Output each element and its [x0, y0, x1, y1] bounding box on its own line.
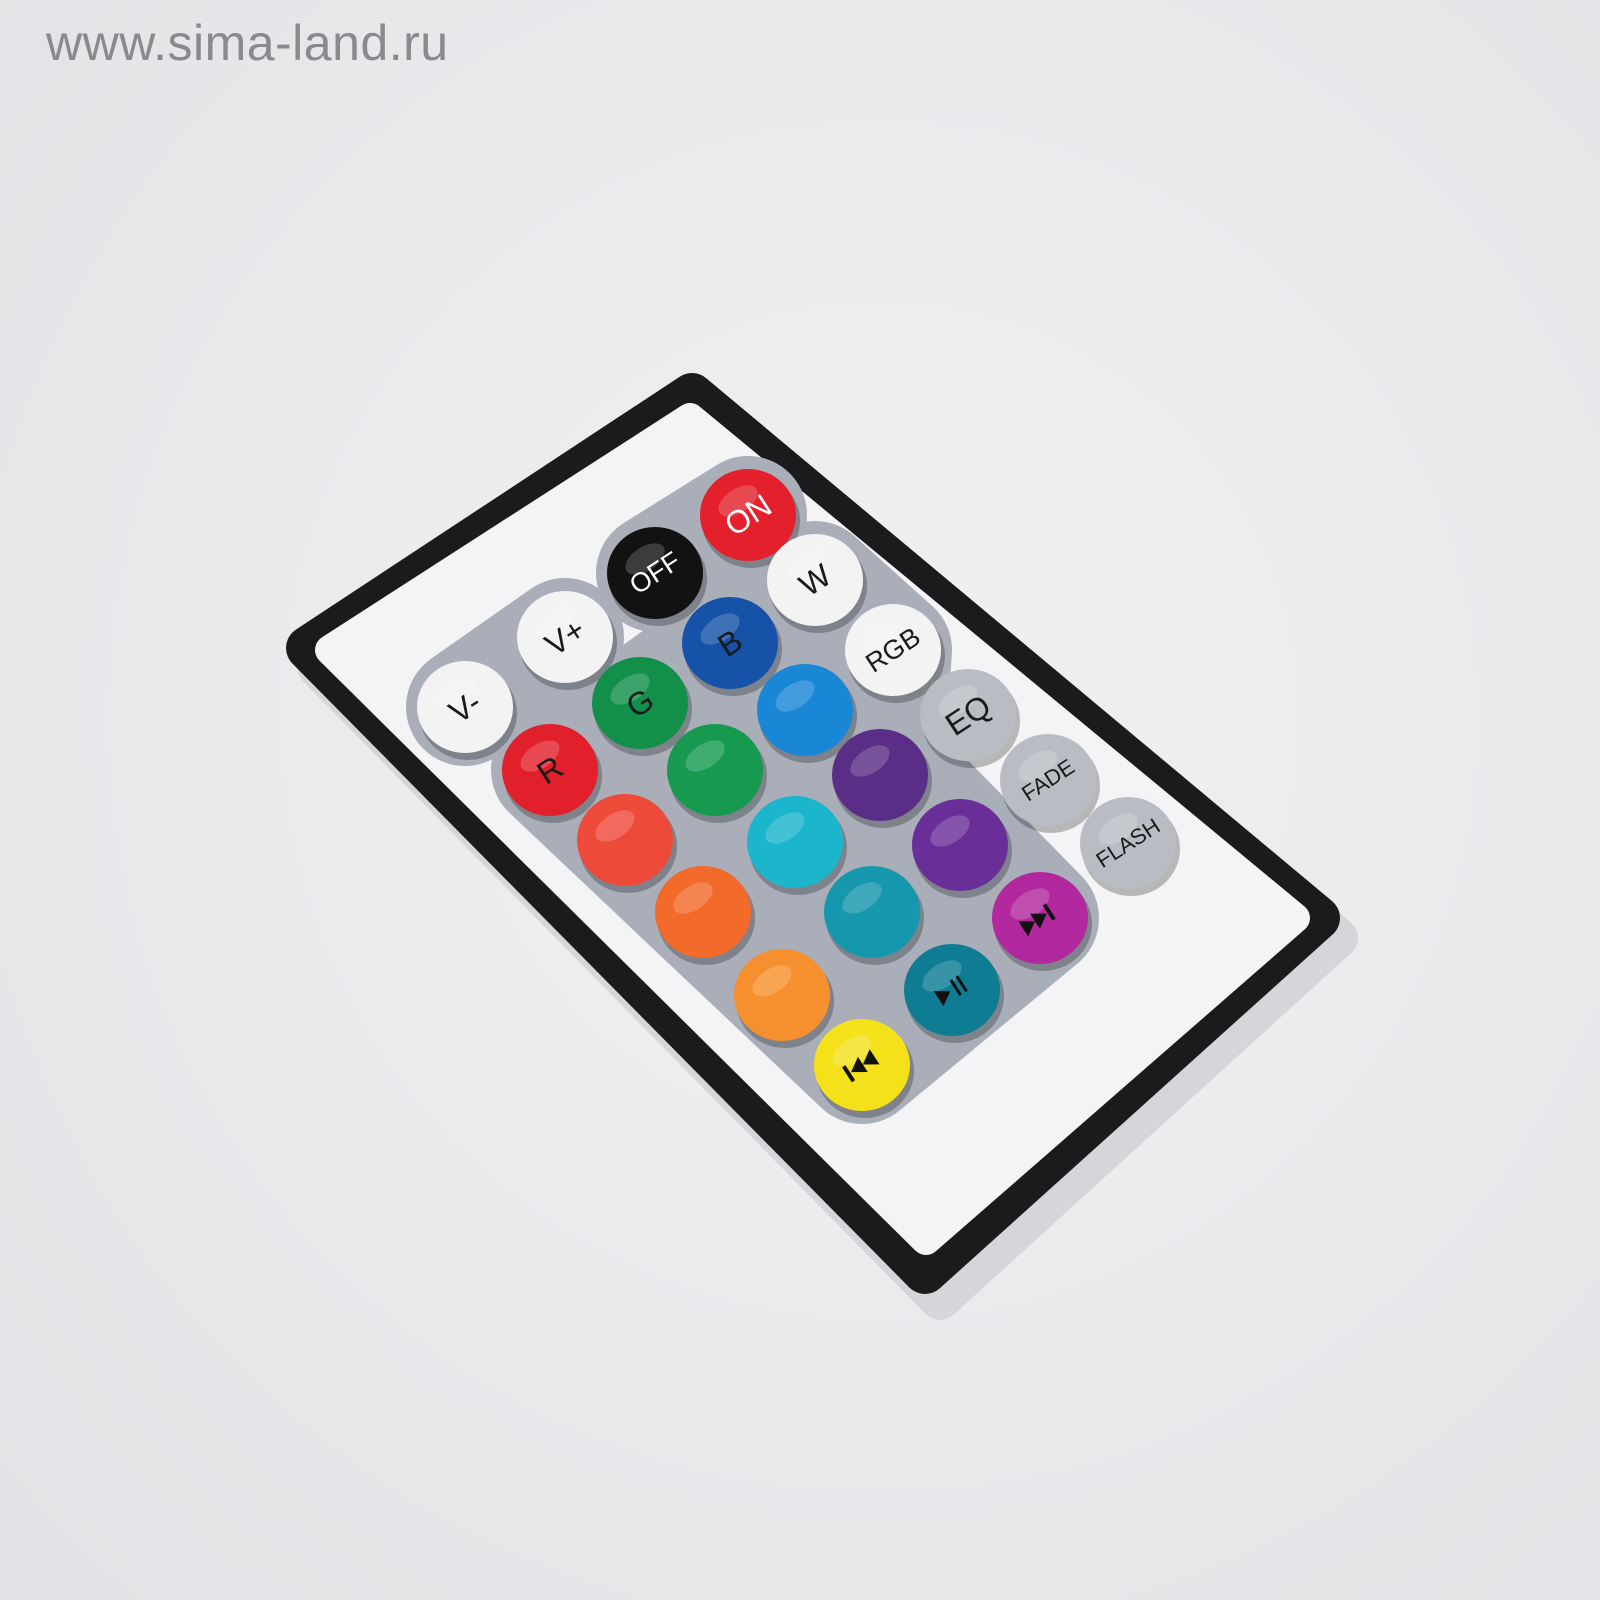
- button-face[interactable]: [912, 799, 1008, 891]
- button-face[interactable]: [824, 866, 920, 958]
- button-face[interactable]: [757, 664, 853, 756]
- button-face[interactable]: [667, 724, 763, 816]
- button-face[interactable]: [832, 729, 928, 821]
- button-face[interactable]: [904, 944, 1000, 1036]
- button-face[interactable]: [734, 949, 830, 1041]
- button-face[interactable]: [655, 866, 751, 958]
- button-face[interactable]: [577, 794, 673, 886]
- button-face[interactable]: [747, 796, 843, 888]
- remote-control-photo: V-V+OFFONRGBWRGBEQFADEFLASH: [286, 373, 1358, 1320]
